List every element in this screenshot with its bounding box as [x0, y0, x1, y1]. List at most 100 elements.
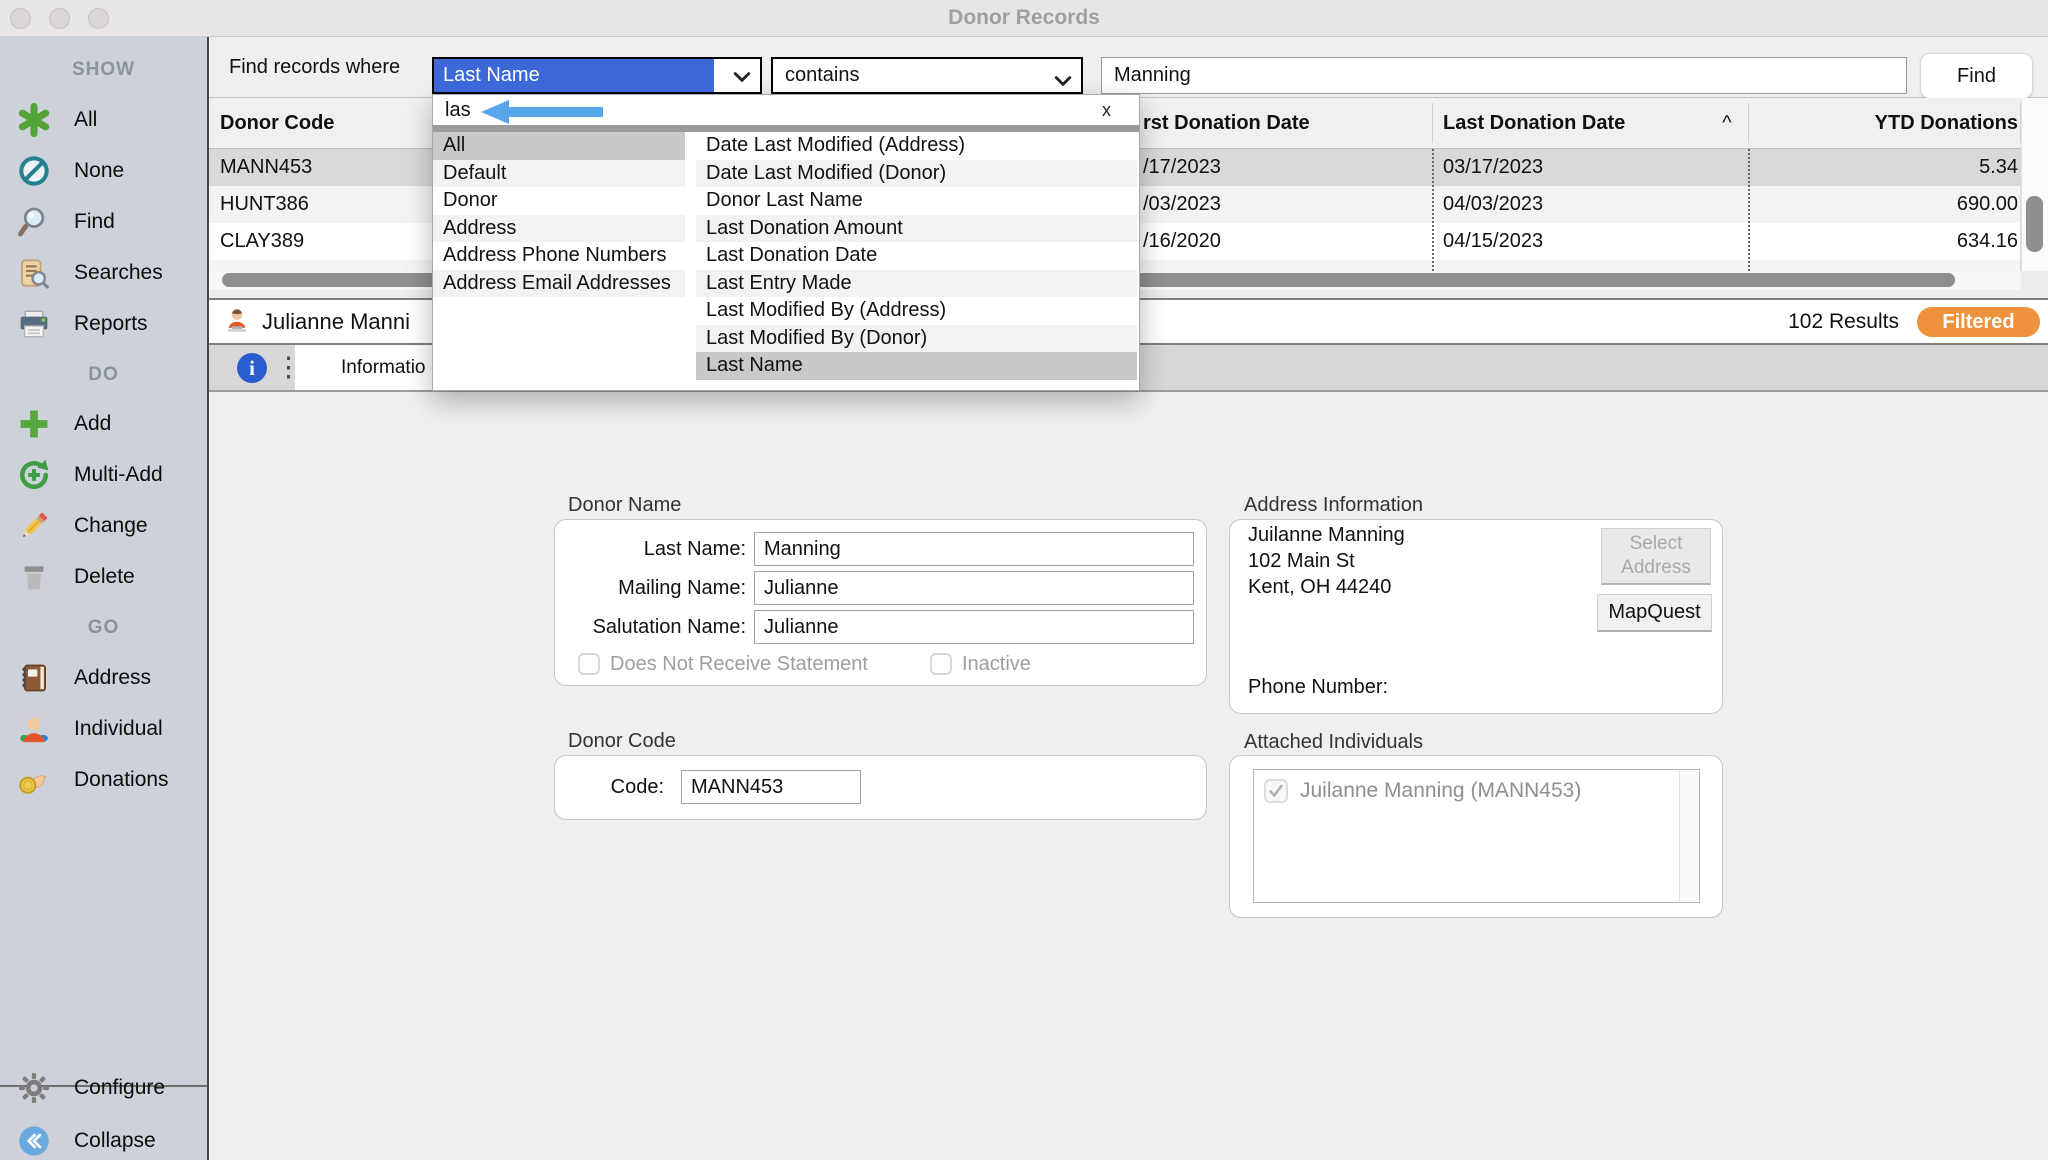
donor-records-window: Donor Records SHOW All None Find Searche… — [0, 0, 2048, 1160]
cell-first-donation-date: /17/2023 — [1143, 149, 1221, 186]
cell-ytd-donations: 634.16 — [1755, 223, 2018, 260]
sidebar-item-all[interactable]: All — [16, 98, 97, 142]
address-book-icon — [16, 660, 52, 696]
last-name-field[interactable]: Manning — [754, 532, 1194, 566]
sidebar-item-reports[interactable]: Reports — [16, 302, 148, 346]
record-name: Julianne Manni — [262, 300, 410, 343]
sidebar-item-address[interactable]: Address — [16, 656, 151, 700]
column-divider — [1748, 103, 1749, 143]
scroll-search-icon — [16, 255, 52, 291]
sidebar-item-searches[interactable]: Searches — [16, 251, 163, 295]
sidebar-item-configure[interactable]: Configure — [16, 1066, 165, 1110]
dropdown-field-option[interactable]: Last Modified By (Donor) — [696, 325, 1137, 353]
dropdown-field-option-selected[interactable]: Last Name — [696, 352, 1137, 380]
chevron-down-icon — [1054, 70, 1072, 93]
address-line: Kent, OH 44240 — [1248, 574, 1405, 600]
code-label: Code: — [540, 770, 664, 804]
sidebar-item-label: Find — [74, 210, 115, 234]
cell-first-donation-date: /16/2020 — [1143, 223, 1221, 260]
dropdown-field-option[interactable]: Last Donation Date — [696, 242, 1137, 270]
sidebar-item-label: Individual — [74, 717, 163, 741]
sidebar-item-label: Delete — [74, 565, 135, 589]
select-address-button[interactable]: Select Address — [1601, 528, 1711, 585]
list-scrollbar-track[interactable] — [1679, 770, 1699, 902]
sidebar-item-collapse[interactable]: Collapse — [16, 1119, 156, 1160]
cell-donor-code: HUNT386 — [220, 186, 309, 223]
column-header-last-donation-date[interactable]: Last Donation Date — [1443, 98, 1625, 148]
donor-code-section-title: Donor Code — [568, 730, 676, 753]
sort-ascending-indicator: ^ — [1709, 98, 1745, 148]
field-select[interactable]: Last Name — [432, 57, 762, 94]
dropdown-category[interactable]: All — [433, 132, 685, 160]
cell-ytd-donations: 5.34 — [1755, 149, 2018, 186]
mapquest-button[interactable]: MapQuest — [1597, 594, 1712, 632]
dropdown-field-option[interactable]: Date Last Modified (Donor) — [696, 160, 1137, 188]
sidebar-item-label: Add — [74, 412, 111, 436]
dropdown-field-option[interactable]: Donor Last Name — [696, 187, 1137, 215]
address-line: Juilanne Manning — [1248, 522, 1405, 548]
dropdown-category[interactable]: Address Phone Numbers — [433, 242, 685, 270]
dropdown-field-option[interactable]: Date Last Modified (Address) — [696, 132, 1137, 160]
sidebar-item-label: Configure — [74, 1076, 165, 1100]
attached-individuals-section-title: Attached Individuals — [1244, 731, 1423, 754]
sidebar-header-go: GO — [0, 617, 207, 639]
sidebar-item-delete[interactable]: Delete — [16, 555, 135, 599]
sidebar-item-find[interactable]: Find — [16, 200, 115, 244]
plus-icon — [16, 406, 52, 442]
operator-select[interactable]: contains — [771, 57, 1083, 94]
code-field[interactable]: MANN453 — [681, 770, 861, 804]
dropdown-category[interactable]: Address — [433, 215, 685, 243]
dropdown-field-option[interactable]: Last Donation Amount — [696, 215, 1137, 243]
column-header-donor-code[interactable]: Donor Code — [220, 98, 334, 148]
dropdown-field-option[interactable]: Last Entry Made — [696, 270, 1137, 298]
dropdown-category[interactable]: Default — [433, 160, 685, 188]
sidebar-item-label: Reports — [74, 312, 148, 336]
inactive-checkbox[interactable] — [930, 653, 952, 675]
dropdown-category[interactable]: Address Email Addresses — [433, 270, 685, 298]
cell-donor-code: MANN453 — [220, 149, 312, 186]
sidebar-item-individual[interactable]: Individual — [16, 707, 163, 751]
cell-last-donation-date: 04/15/2023 — [1443, 223, 1543, 260]
address-lines: Juilanne Manning 102 Main St Kent, OH 44… — [1248, 522, 1405, 600]
find-button[interactable]: Find — [1920, 53, 2033, 99]
does-not-receive-statement-label: Does Not Receive Statement — [610, 651, 868, 677]
field-select-value: Last Name — [434, 59, 714, 92]
no-entry-icon — [16, 153, 52, 189]
dropdown-field-option[interactable]: Last Modified By (Address) — [696, 297, 1137, 325]
column-divider — [1748, 149, 1750, 271]
vertical-scrollbar-thumb[interactable] — [2026, 196, 2043, 252]
search-value-input[interactable]: Manning — [1101, 57, 1907, 94]
sidebar-item-change[interactable]: Change — [16, 504, 148, 548]
salutation-name-field[interactable]: Julianne — [754, 610, 1194, 644]
mailing-name-field[interactable]: Julianne — [754, 571, 1194, 605]
dropdown-category[interactable]: Donor — [433, 187, 685, 215]
trash-icon — [16, 559, 52, 595]
sidebar-item-none[interactable]: None — [16, 149, 124, 193]
cell-ytd-donations: 690.00 — [1755, 186, 2018, 223]
address-information-section-title: Address Information — [1244, 494, 1423, 517]
attached-individual-checkbox[interactable] — [1264, 779, 1288, 803]
person-icon — [16, 711, 52, 747]
column-header-ytd-donations[interactable]: YTD Donations — [1755, 98, 2018, 148]
sidebar-item-label: Multi-Add — [74, 463, 163, 487]
column-header-first-donation-date[interactable]: rst Donation Date — [1143, 98, 1310, 148]
last-name-label: Last Name: — [500, 532, 746, 566]
sidebar-item-donations[interactable]: Donations — [16, 758, 169, 802]
mailing-name-label: Mailing Name: — [500, 571, 746, 605]
address-line: 102 Main St — [1248, 548, 1405, 574]
info-icon[interactable]: i — [237, 353, 267, 383]
sidebar-header-do: DO — [0, 364, 207, 386]
person-at-laptop-icon — [221, 306, 253, 343]
collapse-icon — [16, 1123, 52, 1159]
sidebar-item-add[interactable]: Add — [16, 402, 111, 446]
sidebar-item-label: All — [74, 108, 97, 132]
does-not-receive-statement-checkbox[interactable] — [578, 653, 600, 675]
check-icon — [1267, 782, 1285, 800]
dropdown-close-button[interactable]: x — [1102, 97, 1111, 124]
title-bar: Donor Records — [0, 0, 2048, 37]
salutation-name-label: Salutation Name: — [500, 610, 746, 644]
sidebar-item-multi-add[interactable]: Multi-Add — [16, 453, 163, 497]
sidebar-item-label: Collapse — [74, 1129, 156, 1153]
gear-icon — [16, 1070, 52, 1106]
dropdown-filter-text[interactable]: las — [445, 97, 471, 124]
